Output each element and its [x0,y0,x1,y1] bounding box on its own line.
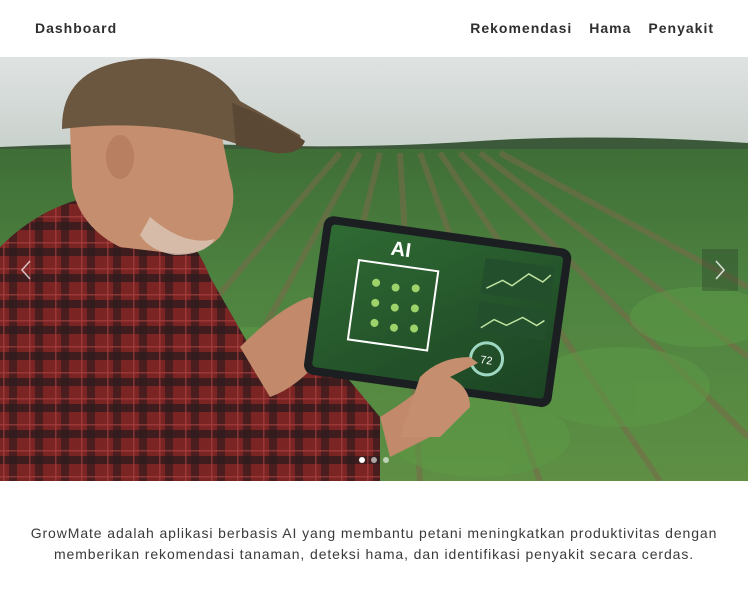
carousel-prev-button[interactable] [8,249,44,291]
chevron-left-icon [20,260,31,280]
nav-link-rekomendasi[interactable]: Rekomendasi [470,20,572,36]
top-navbar: Dashboard Rekomendasi Hama Penyakit [0,0,748,57]
hero-carousel: AI 72 [0,57,748,481]
nav-links: Rekomendasi Hama Penyakit [470,20,714,36]
tablet-gauge-value: 72 [479,354,493,368]
app-description: GrowMate adalah aplikasi berbasis AI yan… [30,525,718,562]
nav-link-hama[interactable]: Hama [589,20,631,36]
hero-image-farmer-with-tablet: AI 72 [0,57,748,481]
carousel-next-button[interactable] [702,249,738,291]
carousel-indicator-2[interactable] [371,457,377,463]
chevron-right-icon [715,260,726,280]
tablet-ai-text: AI [389,238,412,263]
carousel-indicator-3[interactable] [383,457,389,463]
carousel-indicators [359,457,389,463]
nav-link-penyakit[interactable]: Penyakit [648,20,714,36]
carousel-indicator-1[interactable] [359,457,365,463]
brand-link[interactable]: Dashboard [35,20,117,36]
